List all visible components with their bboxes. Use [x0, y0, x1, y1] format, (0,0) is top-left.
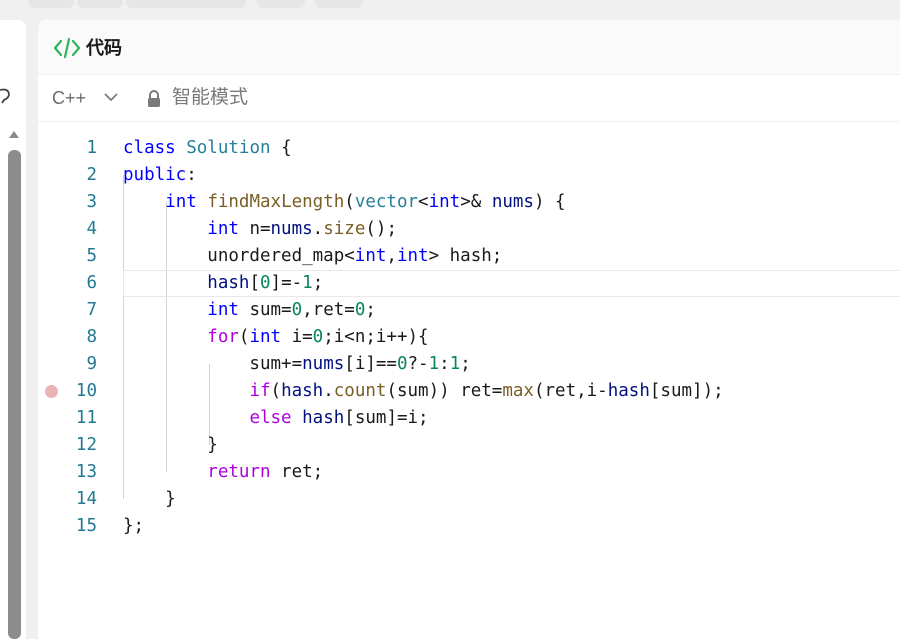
- line-number: 10: [75, 381, 97, 401]
- code-line[interactable]: 1 class Solution {: [38, 135, 900, 162]
- code-panel: 代码 C++ 智能模式 1 class Solution {2 public: 3 i…: [38, 20, 900, 639]
- left-panel: [0, 20, 26, 639]
- code-text[interactable]: }: [123, 432, 218, 459]
- line-number: 6: [86, 273, 97, 293]
- code-text[interactable]: int n=nums.size();: [123, 216, 397, 243]
- top-tab-strip: [0, 0, 900, 20]
- code-text[interactable]: hash[0]=-1;: [123, 270, 323, 297]
- code-panel-header: 代码: [38, 20, 900, 75]
- tab-ghost-2[interactable]: [77, 0, 123, 8]
- code-line[interactable]: 14 }: [38, 486, 900, 513]
- tab-ghost-1[interactable]: [28, 0, 74, 8]
- chevron-down-icon[interactable]: [104, 92, 118, 102]
- code-text[interactable]: sum+=nums[i]==0?-1:1;: [123, 351, 470, 378]
- code-text[interactable]: else hash[sum]=i;: [123, 405, 428, 432]
- scrollbar-thumb[interactable]: [8, 150, 21, 639]
- line-number: 2: [86, 165, 97, 185]
- code-line[interactable]: 15};: [38, 513, 900, 540]
- editor-toolbar: C++ 智能模式: [38, 75, 900, 122]
- line-number: 12: [75, 435, 97, 455]
- language-select[interactable]: C++: [52, 87, 86, 109]
- code-text[interactable]: int findMaxLength(vector<int>& nums) {: [123, 189, 565, 216]
- question-icon[interactable]: [0, 86, 12, 108]
- code-text[interactable]: return ret;: [123, 459, 323, 486]
- code-text[interactable]: unordered_map<int,int> hash;: [123, 243, 502, 270]
- code-line[interactable]: 8 for(int i=0;i<n;i++){: [38, 324, 900, 351]
- code-line[interactable]: 2 public:: [38, 162, 900, 189]
- code-line[interactable]: 7 int sum=0,ret=0;: [38, 297, 900, 324]
- code-line[interactable]: 10 if(hash.count(sum)) ret=max(ret,i-has…: [38, 378, 900, 405]
- code-text[interactable]: };: [123, 513, 144, 540]
- code-text[interactable]: }: [123, 486, 176, 513]
- panel-title: 代码: [86, 38, 122, 58]
- code-line[interactable]: 13 return ret;: [38, 459, 900, 486]
- code-icon: [54, 37, 80, 59]
- line-number: 7: [86, 300, 97, 320]
- code-text[interactable]: class Solution {: [123, 135, 292, 162]
- code-line[interactable]: 3 int findMaxLength(vector<int>& nums) {: [38, 189, 900, 216]
- tab-ghost-3[interactable]: [126, 0, 246, 8]
- tab-ghost-4[interactable]: [257, 0, 305, 8]
- line-number: 14: [75, 489, 97, 509]
- scroll-up-arrow[interactable]: [9, 131, 19, 138]
- code-line[interactable]: 5 unordered_map<int,int> hash;: [38, 243, 900, 270]
- line-number: 8: [86, 327, 97, 347]
- code-line[interactable]: 12 }: [38, 432, 900, 459]
- code-text[interactable]: if(hash.count(sum)) ret=max(ret,i-hash[s…: [123, 378, 723, 405]
- code-line[interactable]: 9 sum+=nums[i]==0?-1:1;: [38, 351, 900, 378]
- line-number: 15: [75, 516, 97, 536]
- line-number: 11: [75, 408, 97, 428]
- code-line[interactable]: 11 else hash[sum]=i;: [38, 405, 900, 432]
- smart-mode-label[interactable]: 智能模式: [172, 87, 248, 109]
- code-editor[interactable]: 1 class Solution {2 public: 3 int findMaxLe…: [38, 135, 900, 639]
- code-line[interactable]: 4 int n=nums.size();: [38, 216, 900, 243]
- code-text[interactable]: int sum=0,ret=0;: [123, 297, 376, 324]
- code-text[interactable]: public:: [123, 162, 197, 189]
- line-number: 4: [86, 219, 97, 239]
- code-line[interactable]: 6 hash[0]=-1;: [38, 270, 900, 297]
- line-number: 1: [86, 138, 97, 158]
- line-number: 9: [86, 354, 97, 374]
- line-number: 13: [75, 462, 97, 482]
- line-number: 3: [86, 192, 97, 212]
- tab-ghost-5[interactable]: [315, 0, 363, 8]
- code-text[interactable]: for(int i=0;i<n;i++){: [123, 324, 428, 351]
- line-number: 5: [86, 246, 97, 266]
- lock-icon: [148, 90, 160, 107]
